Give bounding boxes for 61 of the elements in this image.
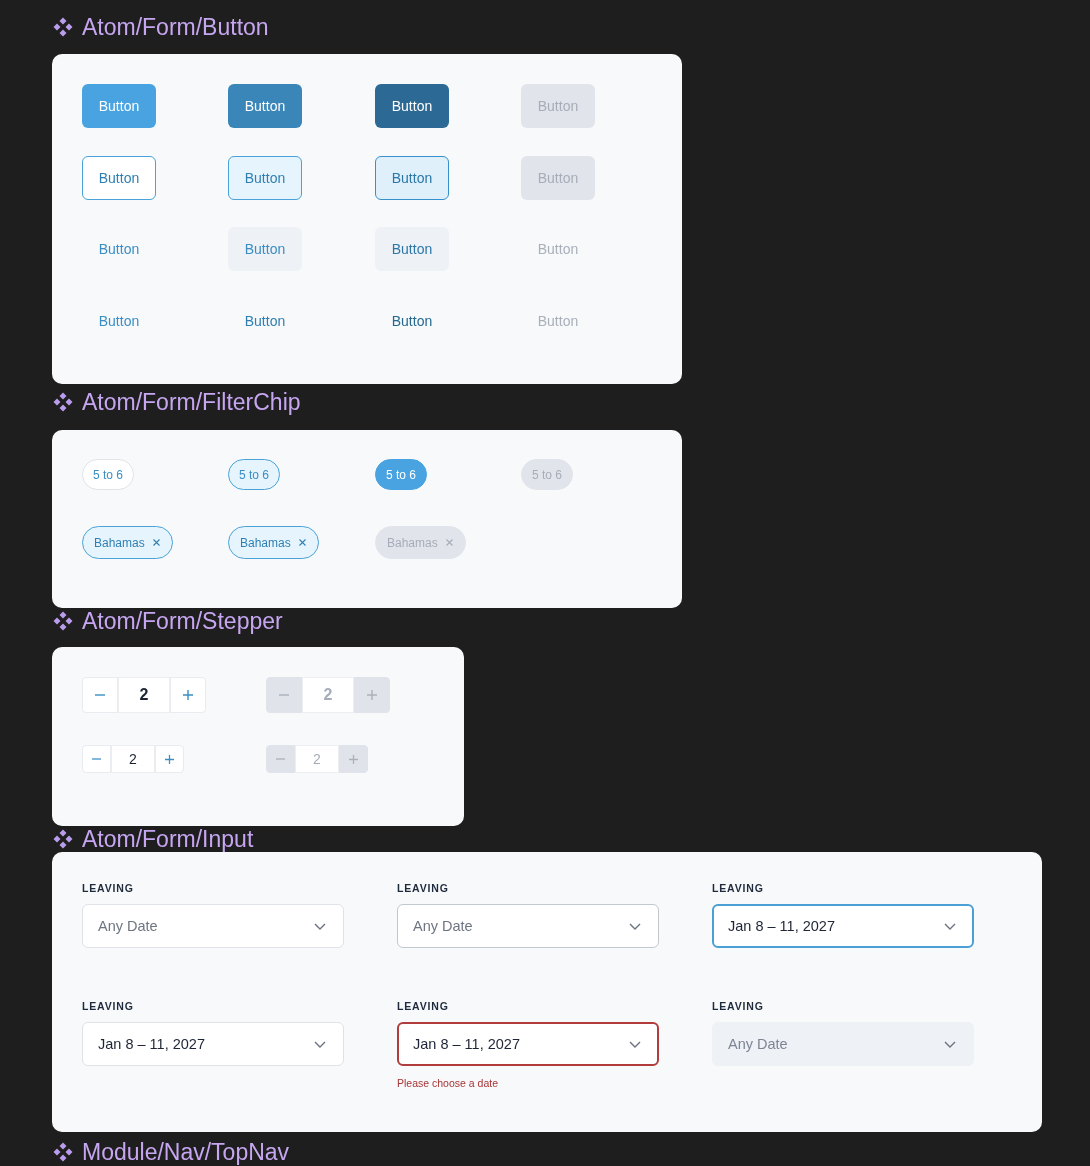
- plus-icon: [349, 754, 358, 764]
- close-icon[interactable]: [298, 539, 306, 546]
- plus-icon: [165, 754, 174, 764]
- chevron-down-icon: [629, 923, 641, 930]
- chevron-down-icon: [314, 1041, 326, 1048]
- filter-chip[interactable]: Bahamas: [82, 526, 173, 559]
- section-title: Atom/Form/Input: [82, 826, 254, 852]
- date-select-field[interactable]: Any Date: [397, 904, 659, 948]
- field-label: LEAVING: [82, 1000, 134, 1012]
- four-diamonds-icon: [53, 829, 73, 849]
- primary-button[interactable]: Button: [228, 84, 302, 128]
- error-message: Please choose a date: [397, 1077, 498, 1089]
- field-label: LEAVING: [712, 1000, 764, 1012]
- four-diamonds-icon: [53, 611, 73, 631]
- minus-icon: [279, 694, 289, 696]
- ghost-button[interactable]: Button: [228, 227, 302, 271]
- date-select-field[interactable]: Jan 8 – 11, 2027: [397, 1022, 659, 1066]
- stepper-value-field[interactable]: 2: [111, 745, 155, 773]
- chevron-down-icon: [314, 923, 326, 930]
- field-label: LEAVING: [82, 882, 134, 894]
- section-title: Module/Nav/TopNav: [82, 1139, 290, 1165]
- minus-icon: [92, 758, 101, 760]
- plus-icon: [183, 690, 193, 700]
- field-label: LEAVING: [397, 1000, 449, 1012]
- outline-button[interactable]: Button: [228, 155, 302, 200]
- section-title: Atom/Form/Stepper: [82, 608, 283, 634]
- outline-button[interactable]: Button: [82, 155, 156, 200]
- field-label: LEAVING: [397, 882, 449, 894]
- primary-button[interactable]: Button: [82, 84, 156, 128]
- four-diamonds-icon: [53, 392, 73, 412]
- increment-button[interactable]: [155, 745, 184, 773]
- outline-button[interactable]: Button: [375, 155, 449, 200]
- close-icon[interactable]: [152, 539, 160, 546]
- field-label: LEAVING: [712, 882, 764, 894]
- filter-chip[interactable]: 5 to 6: [82, 459, 135, 490]
- primary-button[interactable]: Button: [375, 84, 449, 128]
- date-select-field[interactable]: Any Date: [82, 904, 344, 948]
- ghost-button[interactable]: Button: [98, 240, 140, 258]
- decrement-button[interactable]: [82, 677, 118, 713]
- link-button[interactable]: Button: [391, 311, 433, 330]
- plus-icon: [367, 690, 377, 700]
- increment-button[interactable]: [170, 677, 206, 713]
- stepper-value-field[interactable]: 2: [118, 677, 170, 713]
- minus-icon: [276, 758, 285, 760]
- decrement-button[interactable]: [82, 745, 111, 773]
- ghost-button[interactable]: Button: [375, 227, 449, 271]
- minus-icon: [95, 694, 105, 696]
- date-select-field[interactable]: Jan 8 – 11, 2027: [82, 1022, 344, 1066]
- four-diamonds-icon: [53, 1142, 73, 1162]
- chevron-down-icon: [944, 1041, 956, 1048]
- filter-chip[interactable]: Bahamas: [228, 526, 319, 559]
- section-title: Atom/Form/FilterChip: [82, 389, 301, 415]
- chevron-down-icon: [629, 1041, 641, 1048]
- filter-chip[interactable]: 5 to 6: [375, 459, 428, 490]
- four-diamonds-icon: [53, 17, 73, 37]
- section-title: Atom/Form/Button: [82, 14, 269, 40]
- chevron-down-icon: [944, 923, 956, 930]
- link-button[interactable]: Button: [244, 311, 286, 330]
- date-select-field[interactable]: Jan 8 – 11, 2027: [712, 904, 974, 948]
- link-button[interactable]: Button: [98, 311, 140, 330]
- filter-chip[interactable]: 5 to 6: [228, 459, 281, 490]
